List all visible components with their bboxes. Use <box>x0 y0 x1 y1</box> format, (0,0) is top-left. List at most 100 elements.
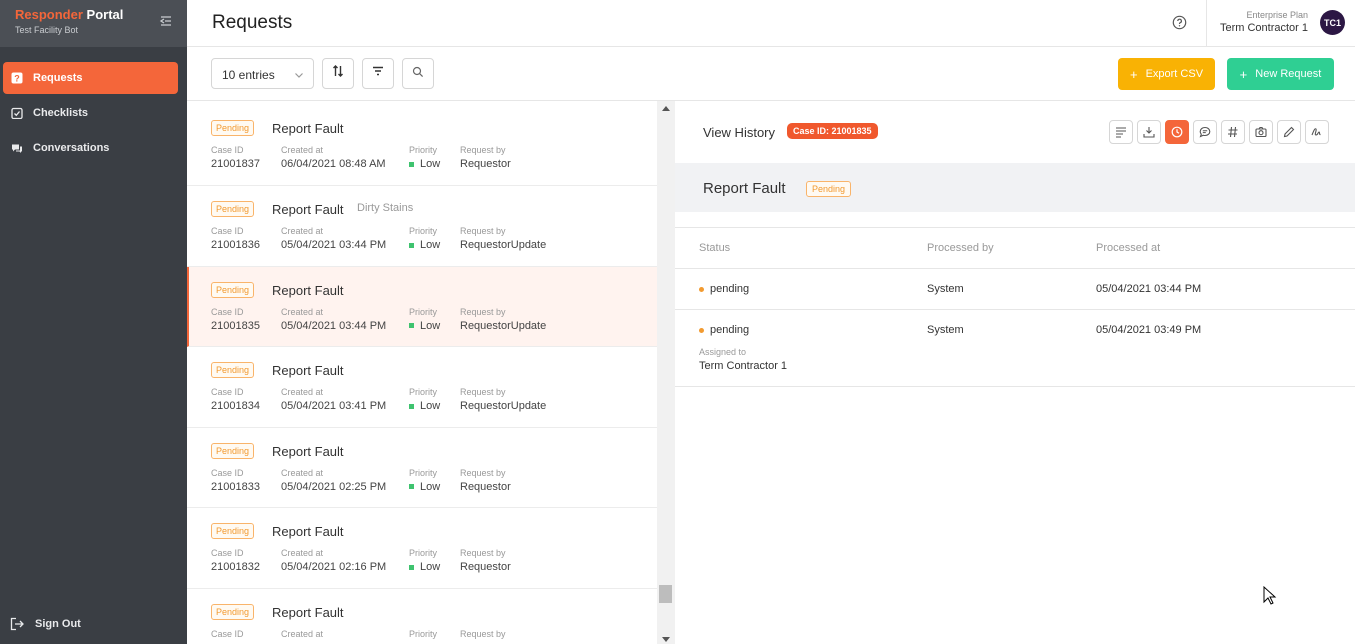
request-by-value: Requestor <box>460 561 511 573</box>
request-by-value: Requestor <box>460 158 511 170</box>
question-square-icon: ? <box>11 72 23 84</box>
request-by-label: Request by <box>460 306 506 317</box>
filter-button[interactable] <box>362 58 394 89</box>
case-id-value: 21001832 <box>211 561 260 573</box>
created-at-value: 06/04/2021 08:48 AM <box>281 158 386 170</box>
brand-title: Responder Portal <box>15 7 172 22</box>
request-row[interactable]: Pending Report Fault Case ID 21001833 Cr… <box>187 428 657 508</box>
brand-name-rest: Portal <box>82 7 124 22</box>
sign-out-icon <box>10 617 24 631</box>
status-dot <box>699 286 704 292</box>
created-at-label: Created at <box>281 306 324 317</box>
case-id-value: 21001834 <box>211 400 260 412</box>
status-badge: Pending <box>211 442 255 459</box>
download-icon[interactable] <box>1137 120 1161 144</box>
history-processed-by: System <box>927 283 964 295</box>
hash-icon[interactable] <box>1221 120 1245 144</box>
request-row[interactable]: Pending Report Fault Case ID 21001832 Cr… <box>187 508 657 589</box>
sort-button[interactable] <box>322 58 354 89</box>
created-at-value: 05/04/2021 03:41 PM <box>281 400 387 412</box>
sidebar: Responder Portal Test Facility Bot ? Req… <box>0 0 187 644</box>
priority-text: Low <box>420 239 441 251</box>
signature-icon[interactable] <box>1305 120 1329 144</box>
priority-label: Priority <box>409 226 438 236</box>
request-row[interactable]: Pending Report Fault Dirty Stains Case I… <box>187 186 657 267</box>
case-id-label: Case ID <box>211 145 244 155</box>
status-dot <box>699 327 704 333</box>
request-row-selected[interactable]: Pending Report Fault Case ID 21001835 Cr… <box>187 266 657 347</box>
scroll-down-arrow-icon[interactable] <box>662 637 670 642</box>
history-icon[interactable] <box>1165 120 1189 144</box>
account-name[interactable]: Term Contractor 1 <box>1220 22 1308 34</box>
list-scrollbar[interactable] <box>657 101 675 644</box>
details-icon[interactable] <box>1109 120 1133 144</box>
divider <box>675 227 1355 228</box>
toolbar: 10 entries + Export CSV + New Request <box>187 47 1355 101</box>
sidebar-nav: ? Requests Checklists Conversations <box>0 62 187 164</box>
priority-value: Low <box>409 561 440 573</box>
help-icon[interactable] <box>1172 15 1187 30</box>
plus-icon: + <box>1239 66 1248 82</box>
new-request-button[interactable]: + New Request <box>1227 58 1334 90</box>
new-request-label: New Request <box>1255 68 1322 80</box>
history-processed-at: 05/04/2021 03:49 PM <box>1096 324 1202 336</box>
edit-icon[interactable] <box>1277 120 1301 144</box>
collapse-sidebar-icon[interactable] <box>159 14 173 28</box>
priority-value: Low <box>409 400 440 412</box>
priority-value: Low <box>409 481 440 493</box>
created-at-label: Created at <box>281 145 324 155</box>
sidebar-item-requests[interactable]: ? Requests <box>3 62 178 94</box>
export-csv-label: Export CSV <box>1145 68 1204 80</box>
column-header-processed-by: Processed by <box>927 242 994 254</box>
sign-out-button[interactable]: Sign Out <box>10 617 81 631</box>
request-title: Report Fault <box>272 524 344 539</box>
entries-select[interactable]: 10 entries <box>211 58 314 89</box>
priority-label: Priority <box>409 628 438 639</box>
request-list: Pending Report Fault Case ID 21001837 Cr… <box>187 101 657 644</box>
filter-icon <box>371 64 385 83</box>
page-title: Requests <box>212 12 293 33</box>
priority-value: Low <box>409 239 440 251</box>
request-row[interactable]: Pending Report Fault Case ID 21001834 Cr… <box>187 347 657 428</box>
case-id-label: Case ID <box>211 548 244 558</box>
scrollbar-thumb[interactable] <box>659 585 672 603</box>
sidebar-item-conversations[interactable]: Conversations <box>3 132 178 164</box>
priority-dot <box>409 161 414 167</box>
entries-value: 10 entries <box>222 68 275 82</box>
priority-text: Low <box>420 400 441 412</box>
export-csv-button[interactable]: + Export CSV <box>1118 58 1215 90</box>
request-row[interactable]: Pending Report Fault Case ID 21001837 Cr… <box>187 101 657 186</box>
request-title: Report Fault <box>272 202 344 217</box>
request-by-value: Requestor <box>460 480 511 493</box>
request-row[interactable]: Pending Report Fault Case ID Created at … <box>187 589 657 644</box>
history-status-text: pending <box>710 324 750 336</box>
priority-text: Low <box>420 319 441 332</box>
comment-icon[interactable] <box>1193 120 1217 144</box>
camera-icon[interactable] <box>1249 120 1273 144</box>
search-button[interactable] <box>402 58 434 89</box>
view-history-title: View History <box>703 125 776 140</box>
created-at-label: Created at <box>281 467 324 478</box>
status-badge: Pending <box>211 201 255 217</box>
sidebar-item-label: Checklists <box>33 107 89 119</box>
search-icon <box>412 65 424 83</box>
priority-text: Low <box>420 561 441 573</box>
status-badge: Pending <box>806 181 852 197</box>
avatar[interactable]: TC1 <box>1320 10 1345 35</box>
case-id-label: Case ID <box>211 387 244 397</box>
case-id-value: 21001833 <box>211 480 260 493</box>
case-id-value: 21001836 <box>211 239 260 251</box>
scroll-up-arrow-icon[interactable] <box>662 106 670 111</box>
request-title: Report Fault <box>272 363 344 378</box>
priority-label: Priority <box>409 145 438 155</box>
request-by-label: Request by <box>460 145 506 155</box>
request-title: Report Fault <box>272 604 344 620</box>
request-by-value: RequestorUpdate <box>460 319 547 332</box>
priority-value: Low <box>409 320 440 332</box>
history-processed-by: System <box>927 324 964 336</box>
request-title: Report Fault <box>272 121 344 136</box>
sidebar-item-checklists[interactable]: Checklists <box>3 97 178 129</box>
priority-dot <box>409 564 414 570</box>
history-status: pending <box>699 324 749 336</box>
sort-icon <box>331 64 345 83</box>
